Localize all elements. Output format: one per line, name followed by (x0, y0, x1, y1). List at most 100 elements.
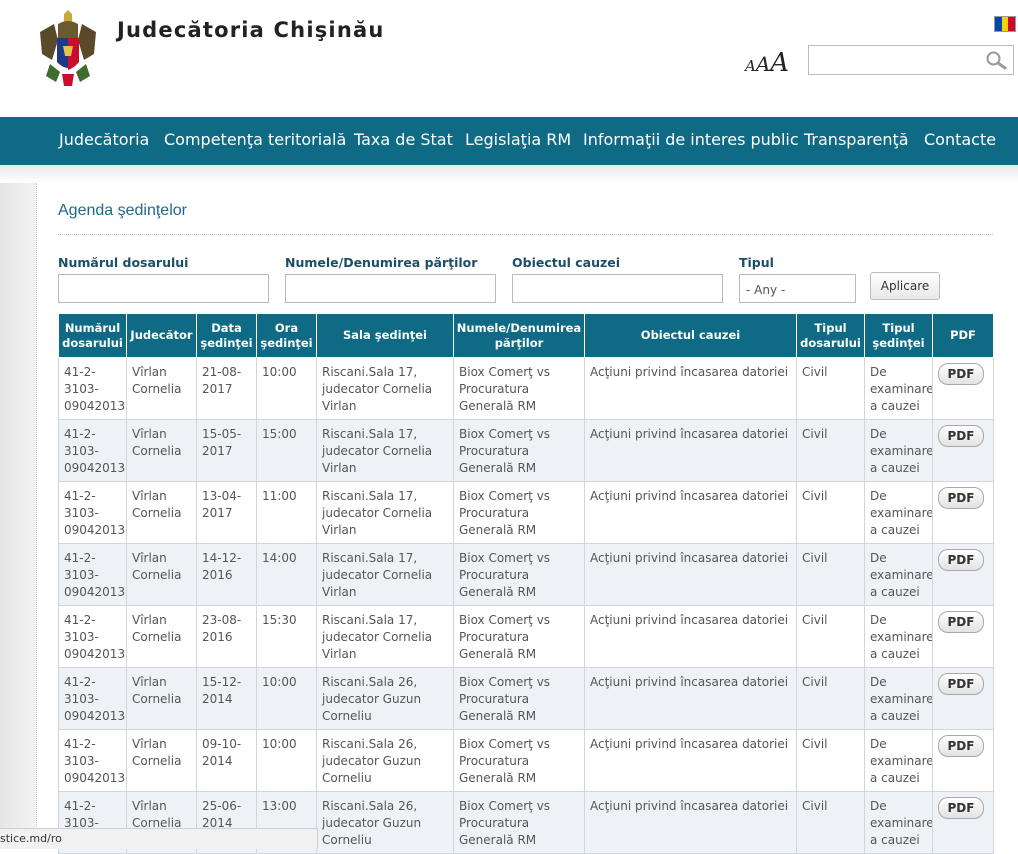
cell-hearing-type: De examinare a cauzei (864, 419, 933, 482)
pdf-button[interactable]: PDF (938, 797, 984, 819)
cell-subject: Acţiuni privind încasarea datoriei (584, 357, 797, 420)
cell-hearing-type: De examinare a cauzei (864, 481, 933, 544)
type-select[interactable]: - Any - (739, 274, 856, 303)
font-size-switcher: AAA (745, 48, 789, 78)
cell-room: Riscani.Sala 26, judecator Guzun Corneli… (316, 791, 454, 854)
cell-date: 15-12-2014 (196, 667, 257, 730)
page-title: Agenda şedinţelor (58, 202, 187, 219)
pdf-button[interactable]: PDF (938, 549, 984, 571)
pdf-button[interactable]: PDF (938, 363, 984, 385)
site-header: Judecătoria Chişinău AAA (0, 0, 1018, 117)
cell-subject: Acţiuni privind încasarea datoriei (584, 729, 797, 792)
col-case-number[interactable]: Numărul dosarului (58, 313, 127, 358)
nav-item-competenta-teritoriala[interactable]: Competenţa teritorială (164, 130, 346, 149)
pdf-button[interactable]: PDF (938, 735, 984, 757)
cell-room: Riscani.Sala 17, judecator Cornelia Virl… (316, 543, 454, 606)
col-subject[interactable]: Obiectul cauzei (584, 313, 797, 358)
cell-case-number: 41-2-3103-09042013 (58, 481, 127, 544)
col-parties[interactable]: Numele/Denumirea părţilor (453, 313, 585, 358)
cell-hearing-type: De examinare a cauzei (864, 791, 933, 854)
cell-parties: Biox Comerţ vs Procuratura Generală RM (453, 667, 585, 730)
cell-hearing-type: De examinare a cauzei (864, 667, 933, 730)
table-row: 41-2-3103-09042013 Vîrlan Cornelia 21-08… (58, 357, 994, 420)
table-header-row: Numărul dosarului Judecător Data şedinţe… (58, 313, 994, 358)
col-time[interactable]: Ora şedinţei (256, 313, 317, 358)
cell-date: 15-05-2017 (196, 419, 257, 482)
filter-label-parties: Numele/Denumirea părţilor (285, 255, 478, 270)
table-row: 41-2-3103-09042013 Vîrlan Cornelia 14-12… (58, 543, 994, 606)
left-shadow (0, 165, 36, 849)
site-title[interactable]: Judecătoria Chişinău (117, 18, 385, 42)
apply-button[interactable]: Aplicare (870, 272, 940, 300)
cell-hearing-type: De examinare a cauzei (864, 729, 933, 792)
cell-date: 13-04-2017 (196, 481, 257, 544)
nav-item-judecatoria[interactable]: Judecătoria (59, 130, 149, 149)
search-icon[interactable] (985, 50, 1007, 72)
top-shadow (0, 165, 1018, 183)
case-number-input[interactable] (58, 274, 269, 303)
search-input[interactable] (811, 48, 983, 74)
cell-subject: Acţiuni privind încasarea datoriei (584, 791, 797, 854)
col-room[interactable]: Sala şedinţei (316, 313, 454, 358)
pdf-button[interactable]: PDF (938, 611, 984, 633)
coat-of-arms-icon[interactable] (36, 10, 100, 90)
pdf-button[interactable]: PDF (938, 673, 984, 695)
col-judge[interactable]: Judecător (126, 313, 197, 358)
subject-input[interactable] (512, 274, 723, 303)
cell-case-number: 41-2-3103-09042013 (58, 419, 127, 482)
cell-parties: Biox Comerţ vs Procuratura Generală RM (453, 605, 585, 668)
parties-input[interactable] (285, 274, 496, 303)
col-date[interactable]: Data şedinţei (196, 313, 257, 358)
pdf-button[interactable]: PDF (938, 425, 984, 447)
cell-room: Riscani.Sala 17, judecator Cornelia Virl… (316, 481, 454, 544)
cell-case-type: Civil (796, 729, 865, 792)
font-size-small[interactable]: A (745, 57, 756, 75)
cell-date: 09-10-2014 (196, 729, 257, 792)
cell-judge: Vîrlan Cornelia (126, 357, 197, 420)
cell-pdf: PDF (932, 357, 994, 420)
nav-item-legislatia-rm[interactable]: Legislaţia RM (465, 130, 571, 149)
cell-room: Riscani.Sala 17, judecator Cornelia Virl… (316, 419, 454, 482)
cell-case-type: Civil (796, 419, 865, 482)
title-divider (58, 234, 993, 235)
cell-room: Riscani.Sala 26, judecator Guzun Corneli… (316, 729, 454, 792)
cell-judge: Vîrlan Cornelia (126, 729, 197, 792)
cell-parties: Biox Comerţ vs Procuratura Generală RM (453, 481, 585, 544)
cell-case-type: Civil (796, 543, 865, 606)
cell-pdf: PDF (932, 419, 994, 482)
nav-item-informatii-interes-public[interactable]: Informaţii de interes public (583, 130, 799, 149)
nav-item-contacte[interactable]: Contacte (924, 130, 996, 149)
cell-pdf: PDF (932, 729, 994, 792)
cell-subject: Acţiuni privind încasarea datoriei (584, 667, 797, 730)
cell-judge: Vîrlan Cornelia (126, 667, 197, 730)
cell-parties: Biox Comerţ vs Procuratura Generală RM (453, 543, 585, 606)
font-size-large[interactable]: A (770, 48, 789, 78)
col-hearing-type[interactable]: Tipul şedinţei (864, 313, 933, 358)
table-row: 41-2-3103-09042013 Vîrlan Cornelia 15-05… (58, 419, 994, 482)
language-flag-icon[interactable] (994, 16, 1016, 32)
cell-subject: Acţiuni privind încasarea datoriei (584, 419, 797, 482)
table-row: 41-2-3103-09042013 Vîrlan Cornelia 13-04… (58, 481, 994, 544)
cell-subject: Acţiuni privind încasarea datoriei (584, 543, 797, 606)
cell-case-number: 41-2-3103-09042013 (58, 357, 127, 420)
nav-item-transparenta[interactable]: Transparenţă (804, 130, 909, 149)
nav-item-taxa-de-stat[interactable]: Taxa de Stat (354, 130, 453, 149)
cell-subject: Acţiuni privind încasarea datoriei (584, 605, 797, 668)
cell-parties: Biox Comerţ vs Procuratura Generală RM (453, 729, 585, 792)
cell-time: 15:00 (256, 419, 317, 482)
cell-parties: Biox Comerţ vs Procuratura Generală RM (453, 791, 585, 854)
table-row: 41-2-3103-09042013 Vîrlan Cornelia 09-10… (58, 729, 994, 792)
cell-case-number: 41-2-3103-09042013 (58, 605, 127, 668)
cell-pdf: PDF (932, 605, 994, 668)
cell-date: 23-08-2016 (196, 605, 257, 668)
cell-case-number: 41-2-3103-09042013 (58, 543, 127, 606)
font-size-medium[interactable]: A (756, 52, 770, 76)
col-case-type[interactable]: Tipul dosarului (796, 313, 865, 358)
cell-subject: Acţiuni privind încasarea datoriei (584, 481, 797, 544)
cell-time: 11:00 (256, 481, 317, 544)
col-pdf: PDF (932, 313, 994, 358)
cell-time: 10:00 (256, 729, 317, 792)
table-row: 41-2-3103-09042013 Vîrlan Cornelia 15-12… (58, 667, 994, 730)
pdf-button[interactable]: PDF (938, 487, 984, 509)
cell-time: 14:00 (256, 543, 317, 606)
